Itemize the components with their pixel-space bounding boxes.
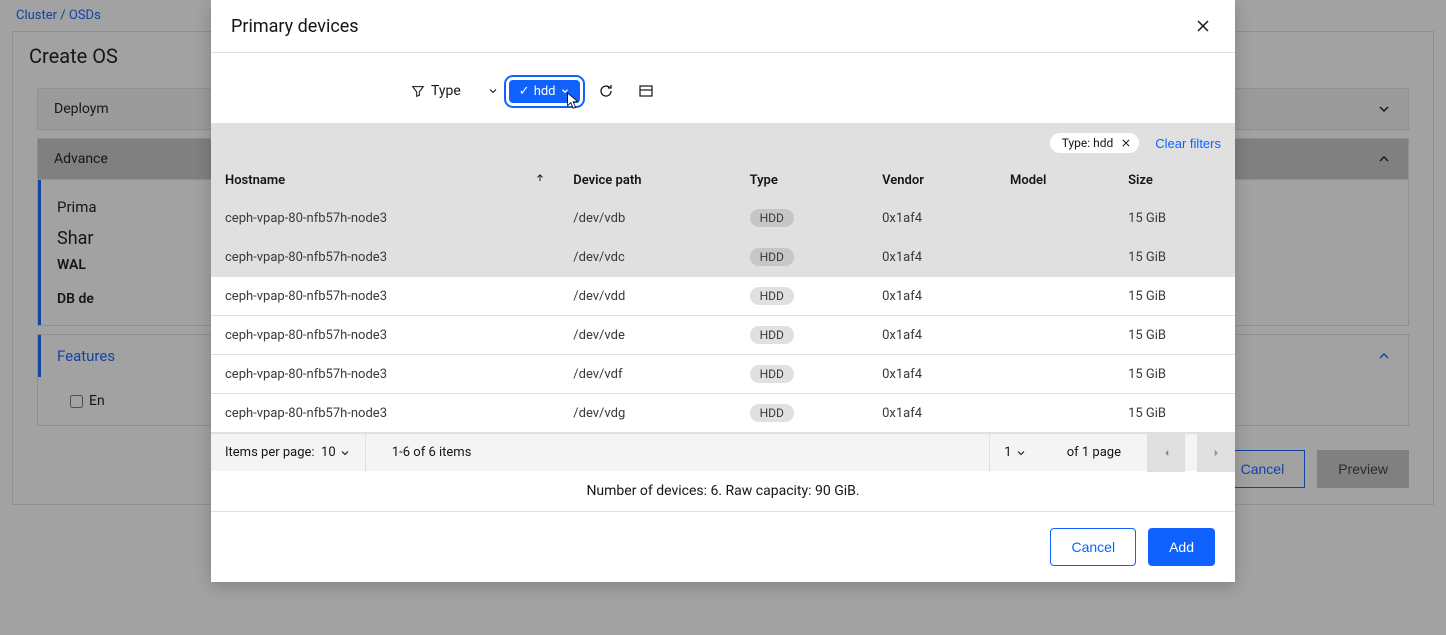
cell-model (996, 199, 1114, 238)
col-vendor[interactable]: Vendor (868, 163, 996, 199)
table-row[interactable]: ceph-vpap-80-nfb57h-node3/dev/vdfHDD0x1a… (211, 355, 1235, 394)
cell-path: /dev/vdg (559, 394, 735, 433)
cell-hostname: ceph-vpap-80-nfb57h-node3 (211, 316, 559, 355)
filter-toolbar: Type ✓ hdd (211, 53, 1235, 123)
cancel-button[interactable]: Cancel (1050, 528, 1136, 566)
items-per-page[interactable]: Items per page: 10 (211, 434, 366, 472)
table-row[interactable]: ceph-vpap-80-nfb57h-node3/dev/vdbHDD0x1a… (211, 199, 1235, 238)
cell-vendor: 0x1af4 (868, 355, 996, 394)
cell-path: /dev/vdf (559, 355, 735, 394)
cell-hostname: ceph-vpap-80-nfb57h-node3 (211, 238, 559, 277)
cell-model (996, 394, 1114, 433)
cell-model (996, 277, 1114, 316)
cell-path: /dev/vdc (559, 238, 735, 277)
close-icon (1195, 18, 1211, 34)
close-icon[interactable] (1121, 138, 1131, 148)
caret-left-icon (1162, 448, 1172, 458)
page-of: of 1 page (1053, 434, 1135, 472)
col-hostname[interactable]: Hostname (211, 163, 559, 199)
table-row[interactable]: ceph-vpap-80-nfb57h-node3/dev/vdgHDD0x1a… (211, 394, 1235, 433)
filter-type-dropdown[interactable]: Type (411, 83, 499, 99)
cell-size: 15 GiB (1114, 238, 1235, 277)
filter-tag-label: hdd (534, 84, 556, 99)
pagination: Items per page: 10 1-6 of 6 items 1 of 1… (211, 433, 1235, 471)
sort-asc-icon (535, 173, 545, 183)
clear-filters-button[interactable]: Clear filters (1155, 136, 1221, 151)
check-icon: ✓ (519, 84, 530, 99)
filter-pill-label: Type: hdd (1062, 136, 1114, 150)
table-row[interactable]: ceph-vpap-80-nfb57h-node3/dev/vdeHDD0x1a… (211, 316, 1235, 355)
table-row[interactable]: ceph-vpap-80-nfb57h-node3/dev/vddHDD0x1a… (211, 277, 1235, 316)
modal-primary-devices: Primary devices Type ✓ hdd (211, 0, 1235, 582)
modal-title: Primary devices (231, 16, 359, 37)
cell-size: 15 GiB (1114, 277, 1235, 316)
cell-path: /dev/vde (559, 316, 735, 355)
table-icon (638, 83, 654, 99)
active-filters-strip: Type: hdd Clear filters (211, 123, 1235, 163)
cell-type: HDD (736, 394, 869, 433)
cell-type: HDD (736, 316, 869, 355)
filter-label-text: Type (431, 83, 461, 99)
cell-type: HDD (736, 199, 869, 238)
col-device-path[interactable]: Device path (559, 163, 735, 199)
cell-path: /dev/vdb (559, 199, 735, 238)
close-button[interactable] (1191, 14, 1215, 38)
cell-size: 15 GiB (1114, 199, 1235, 238)
devices-table: Hostname Device path Type Vendor Model S… (211, 163, 1235, 433)
device-summary: Number of devices: 6. Raw capacity: 90 G… (211, 471, 1235, 511)
caret-right-icon (1211, 448, 1221, 458)
modal-overlay: Primary devices Type ✓ hdd (0, 0, 1446, 635)
cell-vendor: 0x1af4 (868, 238, 996, 277)
cell-hostname: ceph-vpap-80-nfb57h-node3 (211, 355, 559, 394)
cell-hostname: ceph-vpap-80-nfb57h-node3 (211, 199, 559, 238)
cell-model (996, 238, 1114, 277)
filter-pill-type: Type: hdd (1050, 133, 1140, 153)
chevron-down-icon (560, 86, 570, 96)
chevron-down-icon (1015, 447, 1027, 459)
refresh-icon (598, 83, 614, 99)
cell-vendor: 0x1af4 (868, 394, 996, 433)
page-number[interactable]: 1 (989, 434, 1041, 472)
chevron-down-icon (487, 85, 499, 97)
col-model[interactable]: Model (996, 163, 1114, 199)
cell-vendor: 0x1af4 (868, 277, 996, 316)
cell-vendor: 0x1af4 (868, 316, 996, 355)
columns-button[interactable] (632, 77, 660, 105)
refresh-button[interactable] (592, 77, 620, 105)
cell-model (996, 316, 1114, 355)
cell-size: 15 GiB (1114, 355, 1235, 394)
cell-type: HDD (736, 277, 869, 316)
filter-tag-hdd[interactable]: ✓ hdd (509, 80, 580, 103)
cell-model (996, 355, 1114, 394)
prev-page-button[interactable] (1147, 434, 1185, 472)
chevron-down-icon (339, 447, 351, 459)
cell-path: /dev/vdd (559, 277, 735, 316)
filter-icon (411, 84, 425, 98)
col-type[interactable]: Type (736, 163, 869, 199)
cell-type: HDD (736, 238, 869, 277)
add-button[interactable]: Add (1148, 528, 1215, 566)
cell-size: 15 GiB (1114, 394, 1235, 433)
cell-hostname: ceph-vpap-80-nfb57h-node3 (211, 277, 559, 316)
cell-hostname: ceph-vpap-80-nfb57h-node3 (211, 394, 559, 433)
col-size[interactable]: Size (1114, 163, 1235, 199)
cell-type: HDD (736, 355, 869, 394)
items-range: 1-6 of 6 items (378, 434, 486, 472)
cell-vendor: 0x1af4 (868, 199, 996, 238)
next-page-button[interactable] (1197, 434, 1235, 472)
cell-size: 15 GiB (1114, 316, 1235, 355)
table-row[interactable]: ceph-vpap-80-nfb57h-node3/dev/vdcHDD0x1a… (211, 238, 1235, 277)
